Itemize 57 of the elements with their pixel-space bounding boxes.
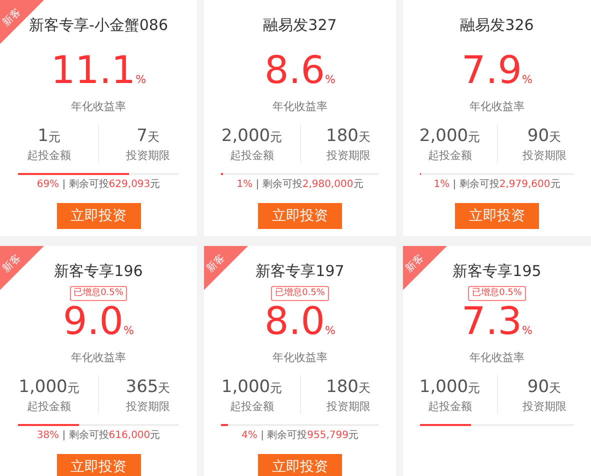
min-amount: 2,000元 — [419, 125, 480, 148]
min-amount-label: 起投金额 — [230, 400, 274, 414]
new-ribbon: 新客 — [403, 246, 447, 290]
rate-label: 年化收益率 — [272, 351, 328, 365]
min-amount-label: 起投金额 — [27, 400, 71, 414]
term-label: 投资期限 — [326, 149, 370, 163]
term: 180天 — [326, 376, 370, 399]
annual-rate: 11.1% — [50, 50, 146, 94]
annual-rate: 9.0% — [63, 301, 134, 345]
term: 365天 — [126, 376, 170, 399]
bonus-badge: 已增息0.5% — [271, 286, 329, 301]
remaining-text: 4% | 剩余可投955,799元 — [242, 429, 358, 443]
remaining-text: 69% | 剩余可投629,093元 — [36, 178, 160, 192]
term-label: 投资期限 — [126, 400, 170, 414]
min-amount: 1元 — [38, 125, 60, 148]
min-amount-label: 起投金额 — [428, 149, 472, 163]
term: 90天 — [527, 376, 562, 399]
term-label: 投资期限 — [326, 400, 370, 414]
annual-rate: 8.0% — [264, 301, 336, 345]
remaining-text: 1% | 剩余可投2,980,000元 — [236, 178, 364, 192]
rate-label: 年化收益率 — [71, 100, 126, 114]
bonus-badge: 已增息0.5% — [70, 286, 128, 301]
term: 90天 — [527, 125, 562, 148]
min-amount-label: 起投金额 — [428, 400, 472, 414]
min-amount: 2,000元 — [221, 125, 282, 148]
product-title: 新客专享195 — [452, 261, 542, 282]
invest-button[interactable]: 立即投资 — [56, 454, 140, 476]
new-ribbon: 新客 — [204, 246, 248, 290]
new-ribbon: 新客 — [0, 246, 44, 290]
term-label: 投资期限 — [126, 149, 170, 163]
invest-button[interactable]: 立即投资 — [455, 203, 539, 229]
term-label: 投资期限 — [522, 400, 566, 414]
product-title: 新客专享197 — [256, 261, 344, 282]
remaining-text: 38% | 剩余可投616,000元 — [36, 429, 160, 443]
term-label: 投资期限 — [522, 149, 566, 163]
rate-label: 年化收益率 — [470, 100, 524, 114]
remaining-text: 1% | 剩余可投2,979,600元 — [434, 178, 560, 192]
annual-rate: 7.3% — [462, 301, 532, 345]
product-title: 融易发327 — [263, 15, 337, 36]
rate-label: 年化收益率 — [71, 351, 126, 365]
min-amount: 1,000元 — [18, 376, 80, 399]
min-amount-label: 起投金额 — [27, 149, 71, 163]
product-title: 新客专享196 — [54, 261, 143, 282]
term: 180天 — [326, 125, 370, 148]
annual-rate: 8.6% — [264, 50, 336, 94]
min-amount: 1,000元 — [221, 376, 282, 399]
invest-button[interactable]: 立即投资 — [258, 454, 342, 476]
term: 7天 — [136, 125, 160, 148]
bonus-badge: 已增息0.5% — [468, 286, 526, 301]
rate-label: 年化收益率 — [470, 351, 524, 365]
invest-button[interactable]: 立即投资 — [56, 203, 140, 229]
min-amount-label: 起投金额 — [230, 149, 274, 163]
invest-button[interactable]: 立即投资 — [258, 203, 342, 229]
min-amount: 1,000元 — [419, 376, 480, 399]
rate-label: 年化收益率 — [272, 100, 328, 114]
product-title: 融易发326 — [460, 15, 534, 36]
annual-rate: 7.9% — [462, 50, 532, 94]
